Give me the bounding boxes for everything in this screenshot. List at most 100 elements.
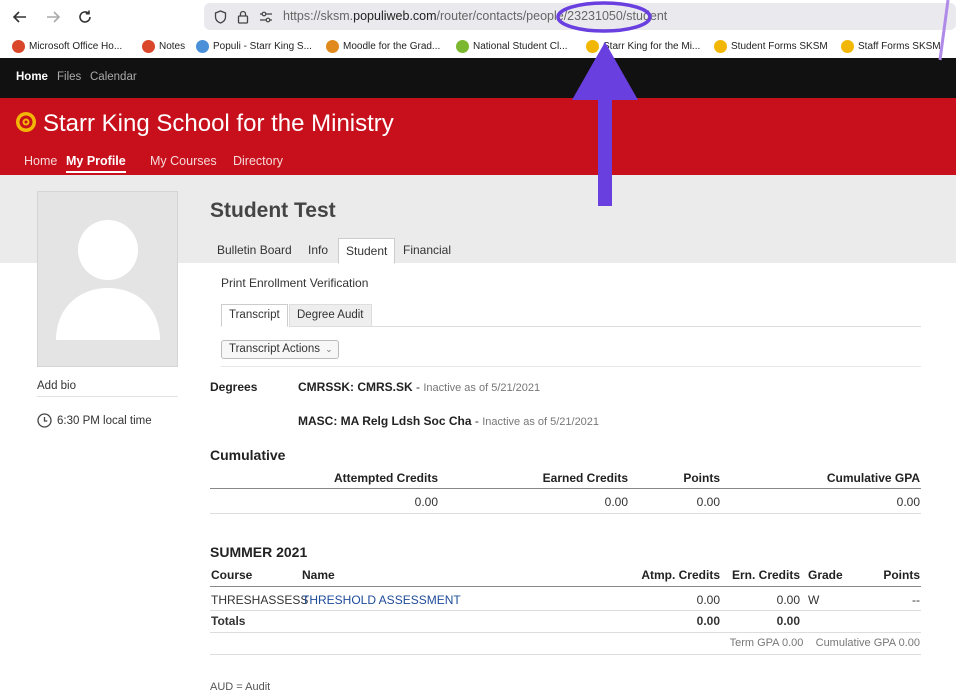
tab-info[interactable]: Info [301,238,335,264]
gpa-summary: Term GPA 0.00 Cumulative GPA 0.00 [700,637,920,649]
address-bar[interactable]: https://sksm.populiweb.com/router/contac… [204,3,956,30]
cell-ern: 0.00 [776,593,800,607]
tab-bulletin-board[interactable]: Bulletin Board [210,238,299,264]
table-rule [210,610,921,611]
term-gpa-label: Term GPA [729,637,779,649]
add-bio-link[interactable]: Add bio [37,380,76,392]
transcript-actions-label: Transcript Actions [229,343,320,355]
globe-icon [196,39,209,53]
site-topbar: Home Files Calendar [0,58,956,98]
bookmark-label: National Student Cl... [473,40,568,52]
school-header: Starr King School for the Ministry Home … [0,98,956,175]
bookmark-item[interactable]: Moodle for the Grad... [326,38,440,54]
table-header-rule [210,586,921,587]
url-domain: populiweb.com [353,9,437,23]
table-rule [210,513,921,514]
local-time-text: 6:30 PM local time [57,414,152,427]
site-settings-icon[interactable] [258,9,274,25]
topnav-calendar[interactable]: Calendar [90,71,137,83]
page-title: Student Test [210,199,336,222]
degree-status: Inactive as of 5/21/2021 [482,416,600,428]
bookmark-icon [456,39,469,53]
subtab-divider [371,326,921,327]
nav-directory[interactable]: Directory [233,154,283,168]
local-time: 6:30 PM local time [37,413,152,428]
bookmark-icon [841,39,854,53]
course-name-link[interactable]: THRESHOLD ASSESSMENT [302,593,461,607]
col-cumulative-gpa: Cumulative GPA [826,471,920,485]
term-title: SUMMER 2021 [210,544,308,560]
url-text[interactable]: https://sksm.populiweb.com/router/contac… [283,9,667,23]
chevron-down-icon: ⌄ [325,344,333,354]
cell-course: THRESHASSESS [211,593,309,607]
table-rule [210,632,921,633]
nav-my-courses[interactable]: My Courses [150,154,217,168]
back-icon[interactable] [8,5,32,29]
url-path: /router/contacts/people/23231050/student [436,9,668,23]
degrees-label: Degrees [210,380,258,394]
col-points: Points [683,471,720,485]
topnav-home[interactable]: Home [16,71,48,83]
bookmark-label: Student Forms SKSM [731,40,828,52]
bookmark-item[interactable]: Student Forms SKSM [714,38,828,54]
school-name: Starr King School for the Ministry [43,110,394,137]
cumulative-title: Cumulative [210,447,286,463]
bookmark-item[interactable]: Starr King for the Mi... [586,38,700,54]
bookmark-label: Starr King for the Mi... [603,40,701,52]
cell-points: -- [912,593,920,607]
school-logo-icon [16,112,36,132]
avatar[interactable] [37,191,178,367]
lock-icon[interactable] [235,9,251,25]
bookmark-label: Populi - Starr King S... [213,40,312,52]
reload-icon[interactable] [73,5,97,29]
bookmark-icon [714,39,727,53]
footnote: AUD = Audit [210,681,271,690]
transcript-actions-dropdown[interactable]: Transcript Actions ⌄ [221,340,339,359]
col-name: Name [302,568,335,582]
bookmark-item[interactable]: Microsoft Office Ho... [12,38,122,54]
topnav-files[interactable]: Files [57,71,81,83]
sidebar-divider [37,396,178,397]
bookmark-item[interactable]: Notes [142,38,185,54]
table-header-rule [210,488,921,489]
nav-home[interactable]: Home [24,154,57,168]
bookmarks-bar: Microsoft Office Ho... Notes Populi - St… [0,34,956,58]
url-prefix: https://sksm. [283,9,354,23]
term-gpa-value: 0.00 [781,637,804,649]
degree-code: CMRSSK: CMRS.SK [298,380,413,394]
forward-icon[interactable] [41,5,65,29]
bookmark-label: Notes [159,40,186,52]
browser-toolbar: https://sksm.populiweb.com/router/contac… [0,0,956,34]
bookmark-label: Microsoft Office Ho... [29,40,123,52]
shield-icon[interactable] [212,9,228,25]
table-rule [210,654,921,655]
degree-entry: MASC: MA Relg Ldsh Soc Cha - Inactive as… [298,414,600,428]
bookmark-icon [12,39,25,53]
cell-earned: 0.00 [604,495,628,509]
col-course: Course [211,568,253,582]
bookmark-item[interactable]: National Student Cl... [456,38,568,54]
tab-financial[interactable]: Financial [396,238,458,264]
divider [221,366,921,367]
degree-status: Inactive as of 5/21/2021 [423,382,541,394]
col-earned-credits: Earned Credits [542,471,628,485]
cum-gpa-label: Cumulative GPA [815,637,896,649]
tab-degree-audit[interactable]: Degree Audit [289,304,372,327]
col-attempted-credits: Attempted Credits [333,471,438,485]
bookmark-icon [142,39,155,53]
bookmark-item[interactable]: Staff Forms SKSM [841,38,941,54]
tab-student[interactable]: Student [338,238,396,264]
tab-transcript[interactable]: Transcript [221,304,288,327]
bookmark-icon [326,39,339,53]
clock-icon [37,413,52,428]
col-grade: Grade [808,568,843,582]
bookmark-label: Moodle for the Grad... [343,40,441,52]
degree-code: MASC: MA Relg Ldsh Soc Cha [298,414,472,428]
bookmark-label: Staff Forms SKSM [858,40,941,52]
col-term-points: Points [883,568,920,582]
print-enrollment-link[interactable]: Print Enrollment Verification [221,276,368,290]
col-ern-credits: Ern. Credits [731,568,800,582]
bookmark-item[interactable]: Populi - Starr King S... [196,38,312,54]
nav-my-profile[interactable]: My Profile [66,154,126,173]
bookmark-icon [586,39,599,53]
